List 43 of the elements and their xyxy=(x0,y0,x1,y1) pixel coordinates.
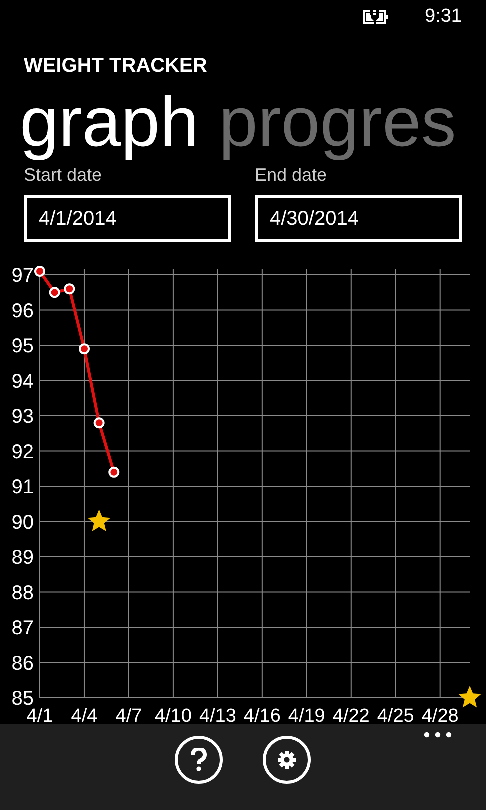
x-axis-label: 4/28 xyxy=(422,706,459,724)
status-time: 9:31 xyxy=(425,4,462,29)
x-axis-label: 4/4 xyxy=(71,706,98,724)
field-label: End date xyxy=(255,164,328,187)
x-axis-label: 4/19 xyxy=(288,706,326,724)
x-axis-label: 4/13 xyxy=(199,706,236,724)
date-field[interactable]: 4/1/2014 xyxy=(24,195,231,242)
data-point xyxy=(34,266,46,278)
settings-button[interactable] xyxy=(263,736,311,784)
y-axis-label: 88 xyxy=(12,582,34,604)
data-point xyxy=(94,418,105,429)
pivot-header[interactable]: progres xyxy=(219,82,456,162)
y-axis-label: 89 xyxy=(12,547,34,570)
x-axis-label: 4/16 xyxy=(244,706,281,724)
data-point xyxy=(78,344,90,355)
y-axis-label: 86 xyxy=(12,652,34,675)
more-icon[interactable] xyxy=(424,732,452,738)
x-axis-label: 4/10 xyxy=(154,706,192,724)
pivot-header[interactable]: graph xyxy=(20,82,200,162)
y-axis-label: 90 xyxy=(12,512,34,534)
question-mark-icon xyxy=(191,748,207,772)
help-button[interactable] xyxy=(175,736,223,784)
date-field[interactable]: 4/30/2014 xyxy=(255,195,462,242)
x-axis-label: 4/25 xyxy=(377,706,414,724)
star-icon xyxy=(88,510,111,532)
y-axis-label: 93 xyxy=(12,406,34,428)
y-axis-label: 95 xyxy=(12,336,34,358)
y-axis-label: 96 xyxy=(12,300,34,322)
data-point xyxy=(108,466,120,478)
y-axis-label: 94 xyxy=(12,370,34,393)
app-title: WEIGHT TRACKER xyxy=(24,54,208,78)
y-axis-label: 87 xyxy=(12,618,34,640)
field-label: Start date xyxy=(24,164,102,187)
data-point xyxy=(49,287,60,298)
y-axis-label: 92 xyxy=(12,441,34,464)
y-axis-label: 97 xyxy=(12,265,34,288)
data-point xyxy=(64,284,76,295)
gear-icon xyxy=(277,750,297,770)
battery-charging-icon xyxy=(363,9,390,25)
x-axis-label: 4/22 xyxy=(332,706,370,724)
star-icon xyxy=(458,686,482,708)
y-axis-label: 91 xyxy=(12,476,34,499)
x-axis-label: 4/7 xyxy=(116,706,142,724)
